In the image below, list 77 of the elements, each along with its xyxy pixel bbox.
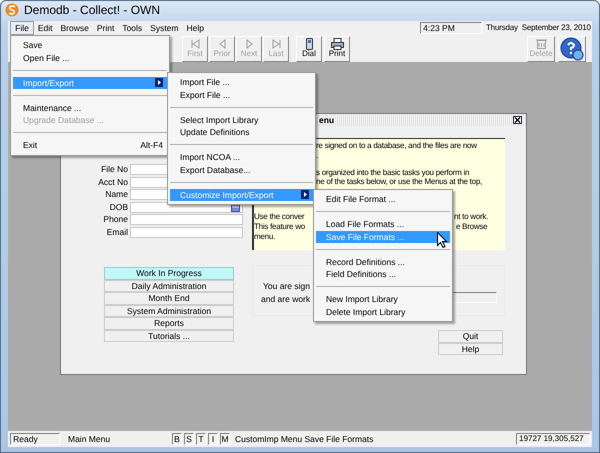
menu-item[interactable]: Record Definitions ... [316,256,450,268]
info-text: nt to work. [454,212,488,221]
menu-item[interactable]: Maintenance ... [13,102,167,114]
message-text: You are sign [263,281,310,292]
toolbar-button[interactable]: Dial [296,36,322,62]
dialog-button[interactable]: Quit [438,330,503,342]
menu-bar-item[interactable]: Help [182,21,208,35]
clock-date: Thursday September 23, 2010 [486,23,591,33]
printer-icon [330,38,344,50]
menu-item[interactable]: Edit File Format ... [316,193,450,206]
info-text: Use the conver [254,212,304,221]
first-icon [188,38,202,50]
task-button[interactable]: Reports [104,317,234,330]
menu-item[interactable]: Update Definitions [170,126,313,138]
info-text: This feature wo [254,222,305,231]
field-label: Name [104,189,128,200]
help-icon [560,37,584,61]
info-text: ne of the tasks below, or use the Menus at the top, [316,177,482,186]
field-label: File No [100,164,128,175]
menu-item[interactable]: Delete Import Library [316,306,450,318]
task-button[interactable]: System Administration [104,304,234,317]
menu-bar-item[interactable]: System [146,21,182,35]
menu-item[interactable]: Load File Formats ... [316,218,450,230]
submenu-arrow-icon [301,190,309,200]
status-flag: M [220,433,230,445]
dialog-button[interactable]: Help [438,342,503,355]
field-label: Phone [102,214,128,225]
close-button[interactable] [513,116,522,124]
menu-item[interactable]: Exit Alt-F4 [13,139,167,152]
cursor-icon [437,232,448,248]
menu-item[interactable]: Open File ... [13,52,167,64]
menu-item[interactable]: Field Definitions ... [316,268,450,280]
status-text: 19727 19,305,527 [516,433,590,445]
status-flag: I [208,433,218,445]
status-text: Main Menu [68,434,110,444]
info-text: s organized into the basic tasks you perform in [316,168,470,177]
menu-item[interactable]: Import NCOA ... [170,151,313,164]
task-button[interactable]: Daily Administration [104,280,234,292]
info-text: menu. [254,232,275,241]
task-button[interactable]: Work In Progress [104,267,234,280]
menu-bar-item[interactable]: Browse [56,21,93,35]
field-label: Email [106,226,128,238]
toolbar-button[interactable]: Print [324,36,350,62]
info-text: . [316,151,318,160]
help-button[interactable] [558,36,586,62]
status-text: Ready [10,433,60,445]
clock-time: 4:23 PM [420,22,482,34]
menu-item[interactable]: Select Import Library [170,114,313,126]
task-button[interactable]: Tutorials ... [104,330,234,342]
trash-icon [534,38,548,50]
menu-bar-item[interactable]: File [10,21,34,35]
window-title: Demodb - Collect! - OWN [24,3,160,18]
field-label: Acct No [97,176,128,188]
last-icon [270,38,282,50]
field-label: DOB [108,202,128,212]
info-text: e Browse [456,222,488,231]
menu-bar-item[interactable]: Edit [34,21,56,35]
menu-item[interactable]: Export Database... [170,164,313,176]
status-flag: T [196,433,206,445]
app-icon [5,3,19,17]
task-button[interactable]: Month End [104,292,234,304]
status-text: CustomImp Menu Save File Formats [235,434,374,444]
status-flag: B [172,433,182,445]
menu-item[interactable]: Save [13,39,167,52]
menu-item[interactable]: Import File ... [170,76,313,88]
shortcut-text: Alt-F4 [140,139,163,152]
menu-bar-item[interactable]: Tools [118,21,146,35]
menu-item[interactable]: Export File ... [170,88,313,101]
close-icon [514,117,521,123]
input-field[interactable] [130,226,244,238]
message-text: and are work [261,294,310,304]
info-text: re signed on to a database, and the files are now [316,141,477,150]
submenu-arrow-icon [155,78,163,88]
menu-item[interactable]: New Import Library [316,293,450,306]
menu-bar-item[interactable]: Print [92,21,118,35]
input-field[interactable] [130,214,244,225]
status-flag: S [184,433,194,445]
